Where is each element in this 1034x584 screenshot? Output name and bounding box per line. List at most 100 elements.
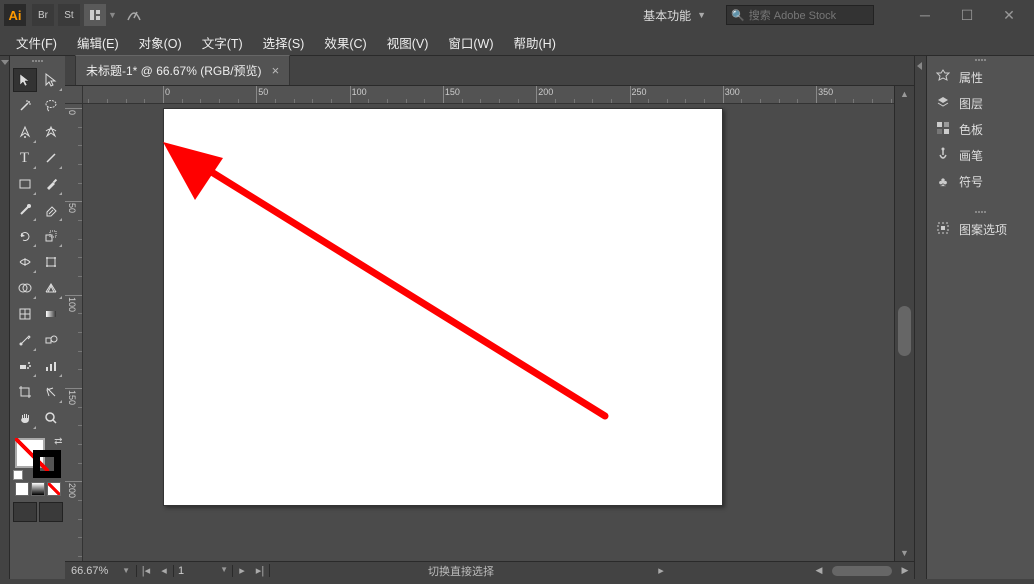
vertical-scrollbar[interactable]: ▲ ▼ [894, 86, 914, 561]
next-artboard-button[interactable]: ▸ [233, 564, 251, 577]
rotate-tool[interactable] [13, 224, 37, 248]
panel-label: 图案选项 [959, 221, 1007, 238]
bridge-launch-button[interactable]: Br [32, 4, 54, 26]
screen-mode-button[interactable] [39, 502, 63, 522]
slice-tool[interactable] [39, 380, 63, 404]
curvature-tool[interactable] [39, 120, 63, 144]
menu-bar: 文件(F) 编辑(E) 对象(O) 文字(T) 选择(S) 效果(C) 视图(V… [0, 30, 1034, 56]
stock-search-input[interactable]: 🔍 搜索 Adobe Stock [726, 5, 874, 25]
menu-edit[interactable]: 编辑(E) [67, 29, 129, 56]
vertical-scroll-thumb[interactable] [898, 306, 911, 356]
ruler-origin[interactable] [65, 86, 83, 104]
window-maximize-button[interactable]: ☐ [946, 0, 988, 30]
scroll-up-icon[interactable]: ▲ [895, 86, 914, 102]
default-fill-stroke-icon[interactable] [13, 470, 23, 480]
scale-tool[interactable] [39, 224, 63, 248]
panel-pattern-options[interactable]: 图案选项 [927, 216, 1034, 242]
menu-window[interactable]: 窗口(W) [438, 29, 503, 56]
horizontal-ruler[interactable]: 050100150200250300350400 [83, 86, 894, 104]
chevron-down-icon: ▼ [220, 565, 228, 577]
tab-close-icon[interactable]: × [272, 63, 280, 78]
shaper-tool[interactable] [13, 198, 37, 222]
artboard-tool[interactable] [13, 380, 37, 404]
eyedropper-tool[interactable] [13, 328, 37, 352]
color-mode-button[interactable] [15, 482, 29, 496]
workspace-switcher[interactable]: 基本功能 ▼ [633, 5, 716, 26]
horizontal-scroll-thumb[interactable] [832, 566, 892, 576]
zoom-tool[interactable] [39, 406, 63, 430]
panel-symbols[interactable]: ♣ 符号 [927, 168, 1034, 194]
hand-tool[interactable] [13, 406, 37, 430]
prev-artboard-button[interactable]: ◂ [155, 564, 173, 577]
draw-mode-button[interactable] [13, 502, 37, 522]
status-menu-icon[interactable]: ▸ [652, 564, 670, 577]
menu-view[interactable]: 视图(V) [377, 29, 439, 56]
window-minimize-button[interactable]: ─ [904, 0, 946, 30]
blend-tool[interactable] [39, 328, 63, 352]
document-tab[interactable]: 未标题-1* @ 66.67% (RGB/预览) × [75, 55, 290, 85]
search-placeholder: 搜索 Adobe Stock [749, 7, 836, 23]
column-graph-tool[interactable] [39, 354, 63, 378]
control-panel-collapse-strip[interactable] [0, 56, 10, 579]
pen-tool[interactable] [13, 120, 37, 144]
gradient-mode-button[interactable] [31, 482, 45, 496]
perspective-grid-tool[interactable] [39, 276, 63, 300]
vertical-ruler[interactable]: 050100150200250300 [65, 104, 83, 561]
panel-label: 色板 [959, 121, 983, 138]
panel-layers[interactable]: 图层 [927, 90, 1034, 116]
panel-properties[interactable]: 属性 [927, 64, 1034, 90]
menu-help[interactable]: 帮助(H) [504, 29, 566, 56]
chevron-down-icon: ▼ [697, 10, 706, 20]
menu-select[interactable]: 选择(S) [253, 29, 315, 56]
type-tool[interactable]: T [13, 146, 37, 170]
scroll-down-icon[interactable]: ▼ [895, 545, 914, 561]
document-tab-title: 未标题-1* @ 66.67% (RGB/预览) [86, 62, 262, 79]
panel-brushes[interactable]: 画笔 [927, 142, 1034, 168]
lasso-tool[interactable] [39, 94, 63, 118]
search-icon: 🔍 [731, 9, 745, 22]
last-artboard-button[interactable]: ▸| [251, 564, 269, 577]
line-segment-tool[interactable] [39, 146, 63, 170]
fill-stroke-swatch[interactable]: ⇄ [13, 436, 63, 480]
artboard-index: 1 [178, 565, 184, 577]
selection-tool[interactable] [13, 68, 37, 92]
scroll-left-icon[interactable]: ◀ [810, 565, 828, 576]
eraser-tool[interactable] [39, 198, 63, 222]
scroll-right-icon[interactable]: ▶ [896, 565, 914, 576]
symbols-icon: ♣ [935, 174, 951, 189]
menu-type[interactable]: 文字(T) [192, 29, 253, 56]
swap-fill-stroke-icon[interactable]: ⇄ [54, 436, 62, 447]
magic-wand-tool[interactable] [13, 94, 37, 118]
stroke-color[interactable] [33, 450, 61, 478]
first-artboard-button[interactable]: |◂ [137, 564, 155, 577]
gradient-tool[interactable] [39, 302, 63, 326]
panel-swatches[interactable]: 色板 [927, 116, 1034, 142]
zoom-value: 66.67% [71, 565, 108, 577]
panel-label: 图层 [959, 95, 983, 112]
brushes-icon [935, 147, 951, 164]
paintbrush-tool[interactable] [39, 172, 63, 196]
artboard-index-field[interactable]: 1 ▼ [173, 565, 233, 577]
menu-object[interactable]: 对象(O) [129, 29, 192, 56]
free-transform-tool[interactable] [39, 250, 63, 274]
window-close-button[interactable]: ✕ [988, 0, 1030, 30]
arrange-documents-button[interactable] [84, 4, 106, 26]
properties-icon [935, 69, 951, 86]
menu-effect[interactable]: 效果(C) [314, 29, 376, 56]
rectangle-tool[interactable] [13, 172, 37, 196]
symbol-sprayer-tool[interactable] [13, 354, 37, 378]
width-tool[interactable] [13, 250, 37, 274]
zoom-level-field[interactable]: 66.67% ▼ [65, 565, 137, 577]
mesh-tool[interactable] [13, 302, 37, 326]
artboard[interactable] [163, 108, 723, 506]
canvas-area[interactable] [83, 104, 894, 561]
direct-selection-tool[interactable] [39, 68, 63, 92]
shape-builder-tool[interactable] [13, 276, 37, 300]
menu-file[interactable]: 文件(F) [6, 29, 67, 56]
panel-label: 画笔 [959, 147, 983, 164]
stock-launch-button[interactable]: St [58, 4, 80, 26]
none-mode-button[interactable] [47, 482, 61, 496]
gpu-perf-button[interactable] [123, 4, 145, 26]
right-panel-collapse-strip[interactable] [914, 56, 926, 579]
app-logo: Ai [4, 4, 26, 26]
